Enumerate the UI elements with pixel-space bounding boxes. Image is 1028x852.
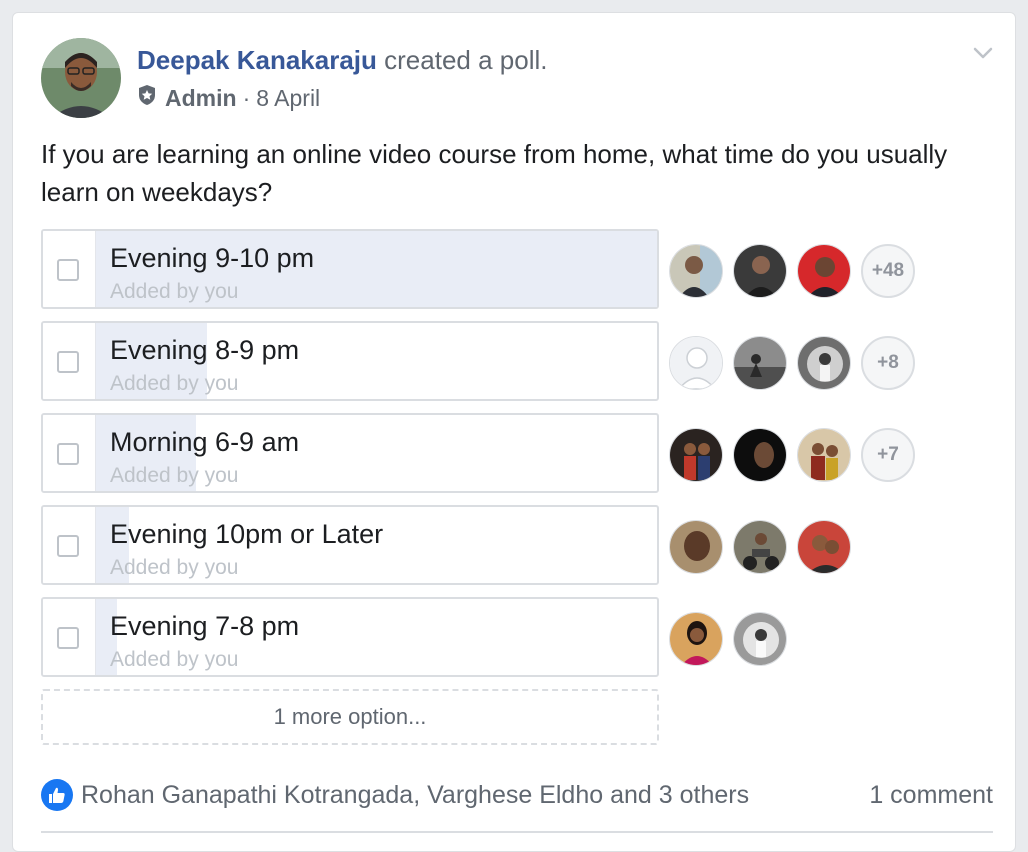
- voter-avatar[interactable]: [797, 244, 851, 298]
- poll-post-card: Deepak Kanakaraju created a poll. Admin …: [12, 12, 1016, 852]
- option-checkbox[interactable]: [57, 443, 79, 465]
- post-date[interactable]: 8 April: [256, 83, 320, 113]
- option-label: Evening 10pm or Later: [110, 519, 384, 549]
- option-voters: [669, 611, 797, 667]
- voter-avatar[interactable]: [669, 612, 723, 666]
- poll-question: If you are learning an online video cour…: [41, 139, 948, 207]
- voter-avatar[interactable]: [797, 336, 851, 390]
- more-voters-count[interactable]: +8: [861, 336, 915, 390]
- voter-avatar[interactable]: [669, 428, 723, 482]
- more-voters-count[interactable]: +7: [861, 428, 915, 482]
- option-label: Morning 6-9 am: [110, 427, 300, 457]
- voter-avatar[interactable]: [797, 428, 851, 482]
- post-footer: Rohan Ganapathi Kotrangada, Varghese Eld…: [41, 775, 993, 815]
- poll-option[interactable]: Evening 8-9 pm Added by you: [41, 321, 659, 401]
- option-added-by: Added by you: [110, 464, 239, 487]
- meta-separator: ·: [242, 85, 251, 111]
- option-voters: [669, 519, 861, 575]
- voter-avatar[interactable]: [669, 244, 723, 298]
- poll-option[interactable]: Evening 10pm or Later Added by you: [41, 505, 659, 585]
- voter-avatar[interactable]: [669, 336, 723, 390]
- voter-avatar[interactable]: [797, 520, 851, 574]
- poll-option[interactable]: Evening 7-8 pm Added by you: [41, 597, 659, 677]
- post-header: Deepak Kanakaraju created a poll.: [137, 45, 547, 75]
- option-voters: +48: [669, 243, 915, 299]
- voter-avatar[interactable]: [669, 520, 723, 574]
- option-added-by: Added by you: [110, 556, 239, 579]
- reactors-summary[interactable]: Rohan Ganapathi Kotrangada, Varghese Eld…: [81, 781, 749, 810]
- voter-avatar[interactable]: [733, 612, 787, 666]
- poll-option[interactable]: Evening 9-10 pm Added by you: [41, 229, 659, 309]
- chevron-down-icon[interactable]: [971, 41, 995, 65]
- option-checkbox[interactable]: [57, 351, 79, 373]
- more-options-button[interactable]: 1 more option...: [41, 689, 659, 745]
- voter-avatar[interactable]: [733, 244, 787, 298]
- author-avatar[interactable]: [41, 38, 121, 118]
- comments-count[interactable]: 1 comment: [869, 781, 993, 810]
- poll-option[interactable]: Morning 6-9 am Added by you: [41, 413, 659, 493]
- option-checkbox[interactable]: [57, 627, 79, 649]
- divider: [41, 831, 993, 833]
- option-voters: +8: [669, 335, 915, 391]
- voter-avatar[interactable]: [733, 520, 787, 574]
- post-meta: Admin · 8 April: [137, 83, 320, 113]
- option-checkbox[interactable]: [57, 259, 79, 281]
- more-voters-count[interactable]: +48: [861, 244, 915, 298]
- option-label: Evening 8-9 pm: [110, 335, 300, 365]
- option-label: Evening 7-8 pm: [110, 611, 300, 641]
- option-added-by: Added by you: [110, 372, 239, 395]
- option-added-by: Added by you: [110, 648, 239, 671]
- option-voters: +7: [669, 427, 915, 483]
- voter-avatar[interactable]: [733, 428, 787, 482]
- option-added-by: Added by you: [110, 280, 239, 303]
- admin-shield-icon: [137, 83, 157, 113]
- voter-avatar[interactable]: [733, 336, 787, 390]
- admin-badge[interactable]: Admin: [165, 83, 237, 113]
- post-action: created a poll.: [384, 45, 548, 75]
- author-name[interactable]: Deepak Kanakaraju: [137, 45, 377, 75]
- option-checkbox[interactable]: [57, 535, 79, 557]
- option-label: Evening 9-10 pm: [110, 243, 315, 273]
- like-icon: [41, 779, 73, 811]
